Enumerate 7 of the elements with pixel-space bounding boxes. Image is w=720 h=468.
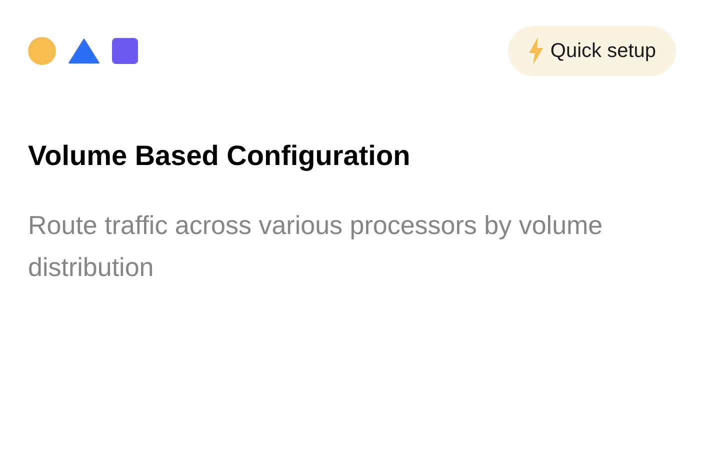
card-description: Route traffic across various processors by volume distribution [28, 209, 604, 284]
square-icon [112, 38, 138, 64]
badge-label: Quick setup [550, 39, 656, 64]
circle-icon [28, 37, 56, 65]
lightning-icon [528, 37, 544, 65]
triangle-icon [68, 38, 100, 64]
card-title: Volume Based Configuration [28, 139, 412, 173]
